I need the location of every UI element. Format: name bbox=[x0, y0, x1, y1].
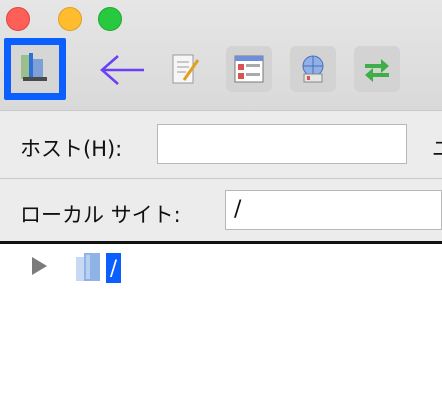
edit-icon bbox=[172, 54, 200, 84]
host-input[interactable] bbox=[157, 124, 407, 164]
layout-button[interactable] bbox=[226, 46, 272, 92]
local-site-bar: ローカル サイト: / bbox=[0, 178, 442, 242]
site-manager-button[interactable] bbox=[4, 38, 66, 100]
minimize-window-button[interactable] bbox=[58, 7, 82, 31]
tree-item-root[interactable]: / bbox=[106, 253, 122, 283]
layout-icon bbox=[234, 55, 264, 83]
host-label: ホスト(H): bbox=[20, 137, 123, 161]
site-manager-icon bbox=[11, 45, 59, 93]
network-button[interactable] bbox=[290, 46, 336, 92]
folder-icon bbox=[76, 253, 100, 281]
transfer-icon bbox=[365, 59, 389, 82]
quick-connect-bar: ホスト(H): ユ bbox=[0, 110, 442, 178]
local-file-tree[interactable] bbox=[0, 244, 442, 412]
zoom-window-button[interactable] bbox=[98, 7, 122, 31]
edit-button[interactable] bbox=[162, 46, 208, 92]
arrow-left-icon bbox=[100, 55, 144, 85]
network-icon bbox=[302, 55, 324, 83]
local-site-path-input[interactable]: / bbox=[225, 190, 442, 230]
title-bar bbox=[0, 0, 442, 110]
next-field-label: ユ bbox=[432, 133, 442, 163]
local-site-label: ローカル サイト: bbox=[20, 203, 181, 227]
expand-triangle-icon[interactable] bbox=[32, 257, 47, 275]
transfer-button[interactable] bbox=[354, 46, 400, 92]
close-window-button[interactable] bbox=[6, 7, 30, 31]
